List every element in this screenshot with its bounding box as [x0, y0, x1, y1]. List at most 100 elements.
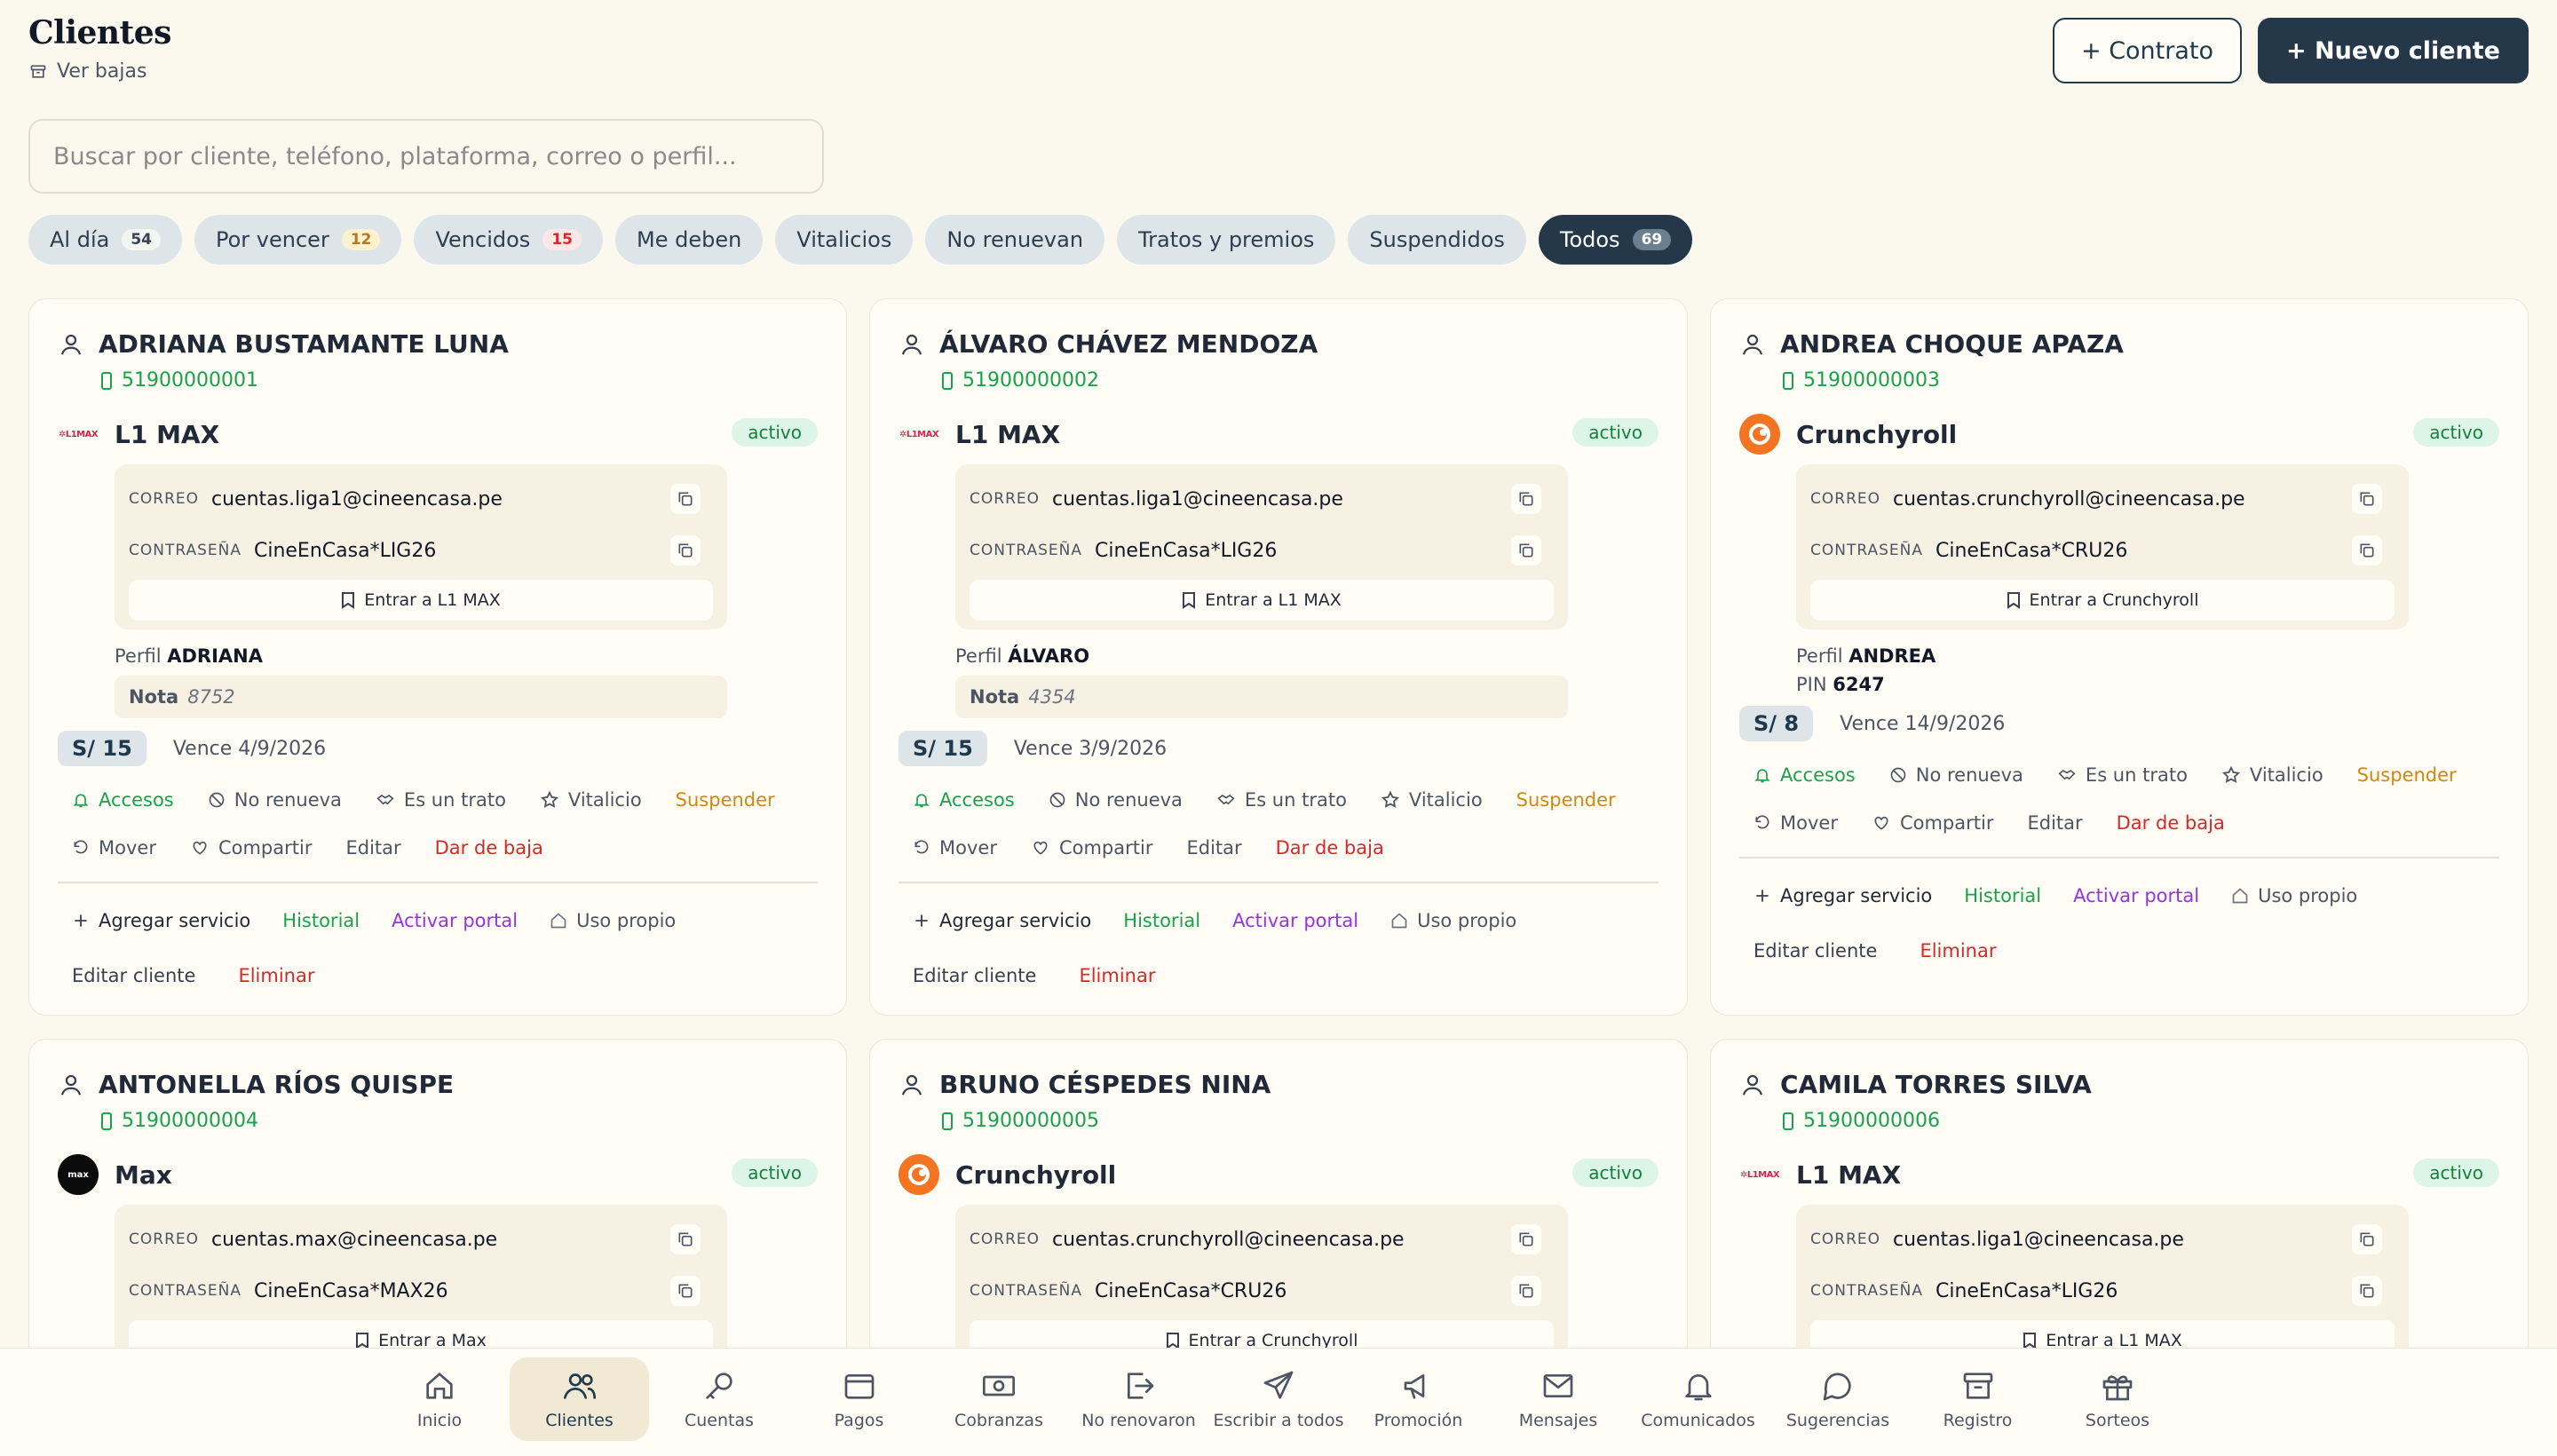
- compartir-button[interactable]: Compartir: [190, 837, 312, 859]
- copy-password-button[interactable]: [2352, 1276, 2382, 1306]
- nav-cuentas[interactable]: Cuentas: [649, 1357, 789, 1441]
- nav-promoción[interactable]: Promoción: [1349, 1357, 1489, 1441]
- ver-bajas-link[interactable]: Ver bajas: [28, 60, 171, 83]
- nav-pagos[interactable]: Pagos: [789, 1357, 930, 1441]
- accesos-button[interactable]: Accesos: [1753, 764, 1856, 786]
- editar-button[interactable]: Editar: [345, 837, 400, 859]
- email-row: CORREO cuentas.crunchyroll@cineencasa.pe: [1810, 473, 2395, 525]
- filter-al-dia[interactable]: Al día 54: [28, 215, 182, 265]
- copy-email-button[interactable]: [670, 484, 701, 514]
- nav-sugerencias[interactable]: Sugerencias: [1768, 1357, 1908, 1441]
- bell-icon: [1684, 1374, 1712, 1401]
- password-label: CONTRASEÑA: [1810, 1282, 1923, 1300]
- no-renueva-button[interactable]: No renueva: [208, 789, 342, 811]
- accesos-label: Accesos: [939, 789, 1015, 811]
- nav-clientes[interactable]: Clientes: [509, 1357, 650, 1441]
- activar-portal-button[interactable]: Activar portal: [2073, 885, 2199, 906]
- filter-vencidos[interactable]: Vencidos 15: [414, 215, 603, 265]
- nav-no-renovaron[interactable]: No renovaron: [1069, 1357, 1209, 1441]
- agregar-servicio-button[interactable]: Agregar servicio: [72, 910, 250, 931]
- enter-service-button[interactable]: Entrar a L1 MAX: [970, 580, 1554, 621]
- compartir-button[interactable]: Compartir: [1872, 812, 1993, 834]
- editar-button[interactable]: Editar: [1186, 837, 1241, 859]
- client-phone[interactable]: 51900000005: [941, 1110, 1658, 1132]
- client-phone[interactable]: 51900000003: [1782, 369, 2499, 392]
- filter-me-deben[interactable]: Me deben: [614, 215, 764, 265]
- filter-no-renuevan[interactable]: No renuevan: [925, 215, 1105, 265]
- historial-button[interactable]: Historial: [1964, 885, 2041, 906]
- copy-password-button[interactable]: [1511, 535, 1541, 566]
- dar-de-baja-button[interactable]: Dar de baja: [1276, 837, 1384, 859]
- add-contract-button[interactable]: + Contrato: [2052, 18, 2243, 83]
- nav-sorteos[interactable]: Sorteos: [2047, 1357, 2188, 1441]
- eliminar-button[interactable]: Eliminar: [1920, 940, 1996, 961]
- editar-button[interactable]: Editar: [2027, 812, 2082, 834]
- copy-password-button[interactable]: [670, 535, 701, 566]
- enter-service-button[interactable]: Entrar a L1 MAX: [129, 580, 713, 621]
- editar-cliente-button[interactable]: Editar cliente: [1753, 940, 1877, 961]
- nav-inicio[interactable]: Inicio: [369, 1357, 510, 1441]
- nav-label: Pagos: [834, 1411, 884, 1430]
- client-phone[interactable]: 51900000006: [1782, 1110, 2499, 1132]
- es-trato-button[interactable]: Es un trato: [376, 789, 506, 811]
- copy-email-button[interactable]: [1511, 484, 1541, 514]
- es-trato-button[interactable]: Es un trato: [2057, 764, 2188, 786]
- client-phone[interactable]: 51900000001: [100, 369, 818, 392]
- vitalicio-button[interactable]: Vitalicio: [2221, 764, 2323, 786]
- eliminar-button[interactable]: Eliminar: [1079, 965, 1155, 986]
- copy-password-button[interactable]: [1511, 1276, 1541, 1306]
- accesos-button[interactable]: Accesos: [913, 789, 1015, 811]
- filter-suspendidos[interactable]: Suspendidos: [1348, 215, 1526, 265]
- enter-service-button[interactable]: Entrar a Crunchyroll: [1810, 580, 2395, 621]
- editar-cliente-button[interactable]: Editar cliente: [72, 965, 195, 986]
- copy-email-button[interactable]: [1511, 1224, 1541, 1254]
- suspender-button[interactable]: Suspender: [1516, 789, 1616, 811]
- accesos-button[interactable]: Accesos: [72, 789, 174, 811]
- filter-por-vencer[interactable]: Por vencer 12: [194, 215, 402, 265]
- editar-cliente-button[interactable]: Editar cliente: [913, 965, 1036, 986]
- copy-email-button[interactable]: [670, 1224, 701, 1254]
- dar-de-baja-button[interactable]: Dar de baja: [2117, 812, 2225, 834]
- mover-button[interactable]: Mover: [913, 837, 997, 859]
- vitalicio-button[interactable]: Vitalicio: [540, 789, 642, 811]
- activar-portal-button[interactable]: Activar portal: [1232, 910, 1358, 931]
- vitalicio-button[interactable]: Vitalicio: [1381, 789, 1483, 811]
- historial-button[interactable]: Historial: [282, 910, 360, 931]
- suspender-button[interactable]: Suspender: [676, 789, 775, 811]
- no-renueva-button[interactable]: No renueva: [1049, 789, 1183, 811]
- agregar-servicio-button[interactable]: Agregar servicio: [913, 910, 1091, 931]
- mover-button[interactable]: Mover: [72, 837, 156, 859]
- nav-registro[interactable]: Registro: [1908, 1357, 2048, 1441]
- search-input[interactable]: [28, 119, 824, 194]
- nav-mensajes[interactable]: Mensajes: [1488, 1357, 1628, 1441]
- agregar-servicio-button[interactable]: Agregar servicio: [1753, 885, 1932, 906]
- filter-tratos-premios[interactable]: Tratos y premios: [1117, 215, 1336, 265]
- copy-password-button[interactable]: [670, 1276, 701, 1306]
- uso-propio-button[interactable]: Uso propio: [550, 910, 676, 931]
- mover-button[interactable]: Mover: [1753, 812, 1838, 834]
- price-badge: S/ 8: [1739, 706, 1814, 741]
- copy-password-button[interactable]: [2352, 535, 2382, 566]
- nav-comunicados[interactable]: Comunicados: [1628, 1357, 1769, 1441]
- historial-button[interactable]: Historial: [1123, 910, 1200, 931]
- copy-email-button[interactable]: [2352, 1224, 2382, 1254]
- client-phone[interactable]: 51900000002: [941, 369, 1658, 392]
- filter-vitalicios[interactable]: Vitalicios: [775, 215, 914, 265]
- filter-todos[interactable]: Todos 69: [1538, 215, 1693, 265]
- uso-propio-button[interactable]: Uso propio: [2231, 885, 2357, 906]
- service-actions-2: Mover Compartir Editar Dar de baja: [1739, 812, 2499, 834]
- nav-cobranzas[interactable]: Cobranzas: [929, 1357, 1069, 1441]
- eliminar-button[interactable]: Eliminar: [238, 965, 314, 986]
- activar-portal-button[interactable]: Activar portal: [392, 910, 518, 931]
- client-phone[interactable]: 51900000004: [100, 1110, 818, 1132]
- no-renueva-button[interactable]: No renueva: [1889, 764, 2023, 786]
- profile-label: Perfil: [1796, 645, 1843, 667]
- suspender-button[interactable]: Suspender: [2357, 764, 2457, 786]
- dar-de-baja-button[interactable]: Dar de baja: [435, 837, 543, 859]
- compartir-button[interactable]: Compartir: [1031, 837, 1152, 859]
- new-client-button[interactable]: + Nuevo cliente: [2258, 18, 2529, 83]
- nav-escribir-a-todos[interactable]: Escribir a todos: [1208, 1357, 1349, 1441]
- uso-propio-button[interactable]: Uso propio: [1390, 910, 1516, 931]
- copy-email-button[interactable]: [2352, 484, 2382, 514]
- es-trato-button[interactable]: Es un trato: [1216, 789, 1347, 811]
